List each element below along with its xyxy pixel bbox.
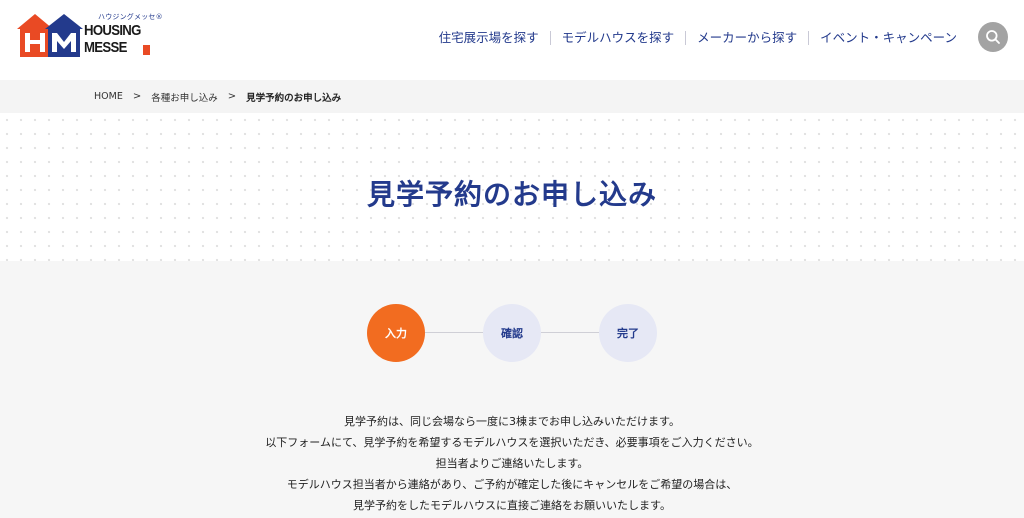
nav-item-exhibition[interactable]: 住宅展示場を探す [428,28,550,48]
logo-wordmark-housing: HOUSING [84,22,141,39]
search-button[interactable] [978,22,1008,52]
breadcrumb-bar: HOME > 各種お申し込み > 見学予約のお申し込み [0,80,1024,113]
step-input: 入力 [367,304,425,362]
logo-kana-text: ハウジングメッセ® [98,13,163,21]
step-label: 確認 [501,327,523,340]
step-label: 入力 [385,327,407,340]
progress-steps: 入力 確認 完了 [367,304,657,362]
breadcrumb-current: 見学予約のお申し込み [246,92,342,104]
nav-item-model-house[interactable]: モデルハウスを探す [551,28,686,48]
breadcrumb: HOME > 各種お申し込み > 見学予約のお申し込み [94,80,341,113]
intro-line: 以下フォームにて、見学予約を希望するモデルハウスを選択いただき、必要事項をご入力… [265,436,759,449]
intro-line: 担当者よりご連絡いたします。 [435,457,589,470]
nav-item-maker[interactable]: メーカーから探す [686,28,808,48]
step-complete: 完了 [599,304,657,362]
logo-wordmark-messe: MESSE [84,39,127,56]
page-title: 見学予約のお申し込み [366,178,657,211]
intro-line: 見学予約をしたモデルハウスに直接ご連絡をお願いいたします。 [353,499,671,512]
main-content: 入力 確認 完了 見学予約は、同じ会場なら一度に3棟までお申し込みいただけます。… [0,261,1024,518]
step-confirm: 確認 [483,304,541,362]
search-icon [986,30,1000,44]
breadcrumb-separator: > [132,91,142,102]
step-label: 完了 [617,327,639,340]
logo-accent-tag [143,45,150,55]
global-nav: 住宅展示場を探す モデルハウスを探す メーカーから探す イベント・キャンペーン [428,28,968,48]
page-title-area: 見学予約のお申し込み [0,113,1024,261]
intro-line: モデルハウス担当者から連絡があり、ご予約が確定した後にキャンセルをご希望の場合は… [286,478,738,491]
nav-item-event[interactable]: イベント・キャンペーン [809,28,968,48]
site-logo[interactable]: ハウジングメッセ® HOUSING MESSE [16,12,163,60]
house-logo-icon [17,14,83,57]
intro-line: 見学予約は、同じ会場なら一度に3棟までお申し込みいただけます。 [344,415,680,428]
breadcrumb-applications[interactable]: 各種お申し込み [151,90,218,104]
site-header: ハウジングメッセ® HOUSING MESSE 住宅展示場を探す モデルハウスを… [0,0,1024,80]
breadcrumb-separator: > [227,91,237,102]
breadcrumb-home[interactable]: HOME [94,91,123,102]
step-connector [425,332,483,333]
step-connector [541,332,599,333]
intro-text: 見学予約は、同じ会場なら一度に3棟までお申し込みいただけます。 以下フォームにて… [0,411,1024,516]
